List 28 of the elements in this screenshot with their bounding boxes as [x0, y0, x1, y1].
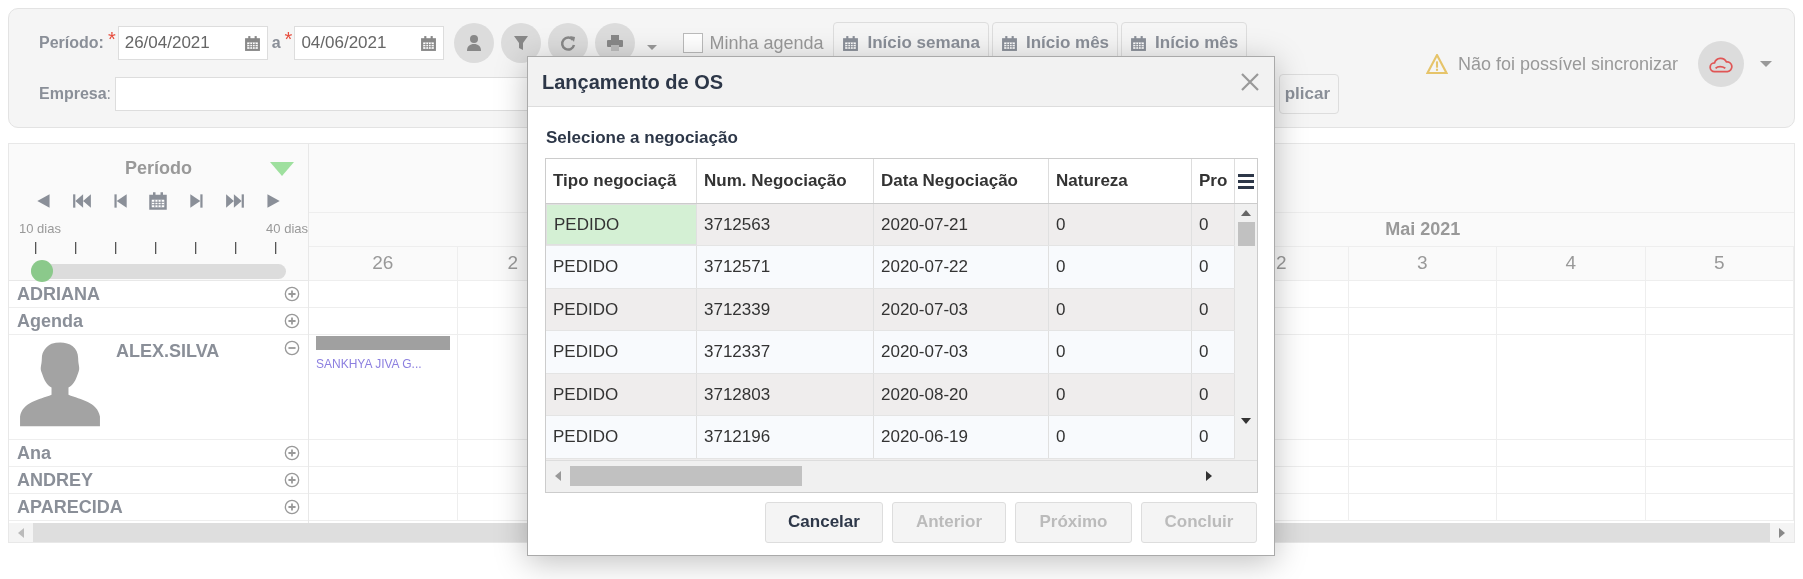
resource-name: ADRIANA	[17, 283, 100, 306]
day-label: 2	[507, 251, 519, 276]
date-value: 04/06/2021	[301, 32, 387, 55]
date-value: 26/04/2021	[124, 32, 210, 55]
resource-name: Agenda	[17, 310, 83, 333]
checkbox-label: Minha agenda	[709, 31, 824, 55]
resource-name: ANDREY	[17, 469, 93, 492]
period-title: Período	[125, 156, 192, 180]
day-label: 4	[1565, 251, 1577, 276]
day-label: 2	[1276, 251, 1287, 276]
day-label: 26	[372, 251, 394, 276]
colon: :	[106, 84, 112, 104]
period-label: Período:	[39, 33, 104, 53]
required-mark: *	[107, 27, 116, 52]
dialog-title: Lançamento de OS	[542, 69, 724, 95]
month-label: Mai 2021	[1385, 218, 1461, 241]
resource-name: APARECIDA	[17, 496, 123, 519]
range-min-label: 10 dias	[19, 220, 61, 238]
day-label: 5	[1713, 251, 1725, 276]
resource-name: ALEX.SILVA	[116, 340, 220, 363]
company-label: Empresa	[39, 84, 107, 104]
resource-name: Ana	[17, 442, 51, 465]
dialog-subtitle: Selecione a negociação	[546, 127, 739, 149]
sync-message: Não foi possível sincronizar	[1457, 52, 1678, 76]
day-label: 3	[1416, 251, 1428, 276]
range-max-label: 40 dias	[266, 220, 308, 238]
required-mark: *	[284, 27, 293, 52]
to-label: a	[271, 33, 281, 53]
